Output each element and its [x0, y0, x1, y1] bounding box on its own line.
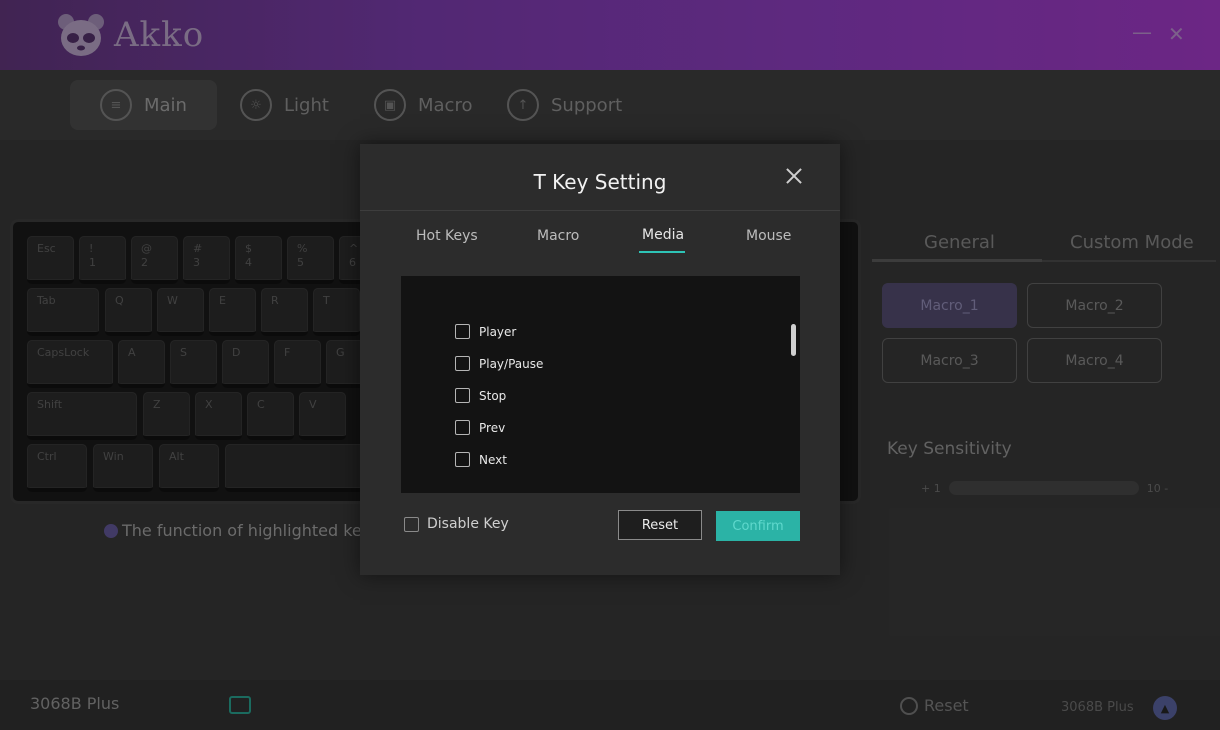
option-label: Prev [479, 420, 506, 435]
option-label: Play/Pause [479, 356, 544, 371]
disable-key-label: Disable Key [427, 516, 509, 532]
reset-button[interactable]: Reset [618, 510, 702, 540]
option-label: Player [479, 324, 517, 339]
disable-key-checkbox[interactable]: Disable Key [404, 516, 509, 532]
dialog-divider [360, 210, 840, 211]
checkbox[interactable] [455, 324, 470, 339]
option-stop[interactable]: Stop [455, 388, 506, 403]
checkbox[interactable] [455, 388, 470, 403]
tab-macro[interactable]: Macro [537, 228, 579, 244]
confirm-button[interactable]: Confirm [716, 511, 800, 541]
active-tab-indicator [639, 251, 685, 253]
option-prev[interactable]: Prev [455, 420, 505, 435]
checkbox[interactable] [455, 452, 470, 467]
option-next[interactable]: Next [455, 452, 507, 467]
option-label: Next [479, 452, 507, 467]
tab-mouse[interactable]: Mouse [746, 228, 791, 244]
option-play-pause[interactable]: Play/Pause [455, 356, 543, 371]
checkbox[interactable] [404, 516, 419, 532]
checkbox[interactable] [455, 420, 470, 435]
checkbox[interactable] [455, 356, 470, 371]
tab-hot-keys[interactable]: Hot Keys [416, 228, 478, 244]
option-player[interactable]: Player [455, 324, 516, 339]
close-icon[interactable] [784, 166, 804, 186]
tab-media[interactable]: Media [642, 227, 684, 243]
option-label: Stop [479, 388, 507, 403]
scrollbar-thumb[interactable] [791, 324, 796, 356]
media-options-list: Player Play/Pause Stop Prev Next [401, 276, 800, 493]
dialog-title: T Key Setting [533, 170, 667, 194]
t-key-setting-dialog: T Key Setting Hot Keys Macro Media Mouse… [360, 144, 840, 575]
